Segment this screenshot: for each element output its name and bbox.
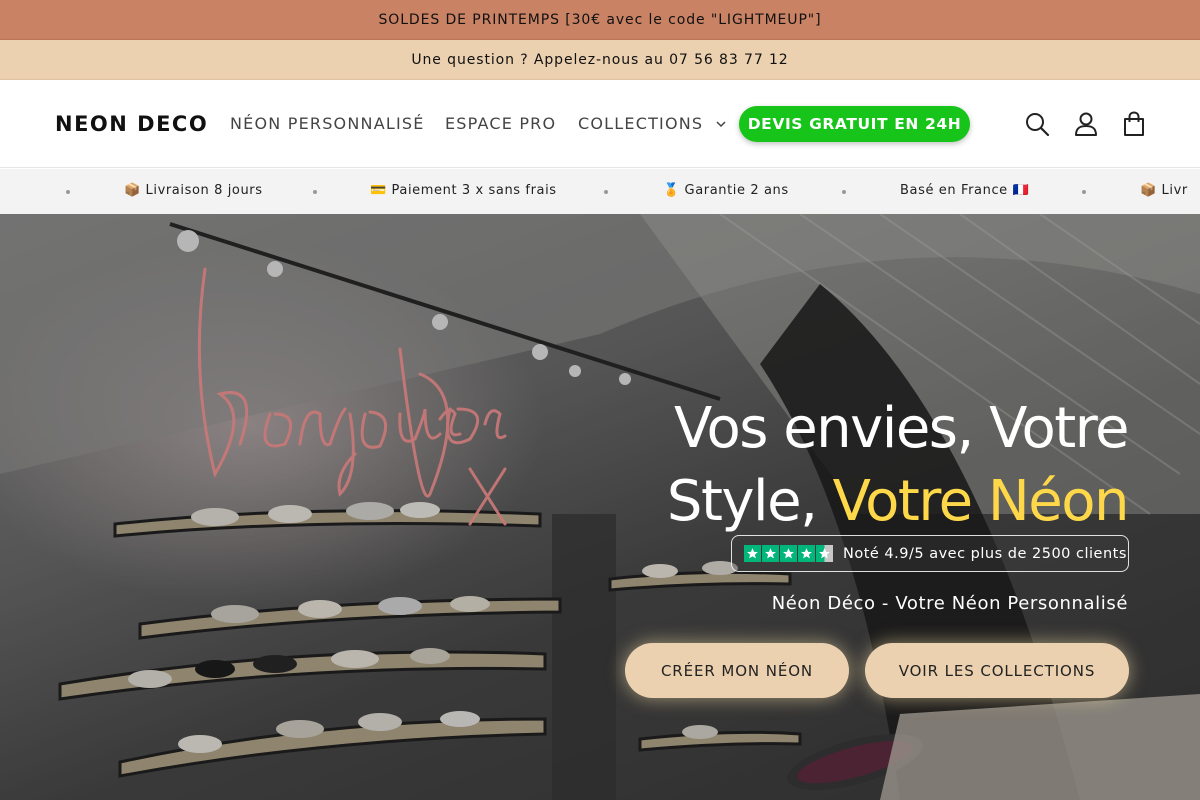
separator-dot xyxy=(313,190,317,194)
site-logo[interactable]: NEON DECO xyxy=(55,112,208,136)
hero-banner: Vos envies, Votre Style, Votre Néon Noté… xyxy=(0,214,1200,800)
create-neon-button[interactable]: CRÉER MON NÉON xyxy=(625,643,849,698)
star-icon xyxy=(780,545,797,562)
search-icon[interactable] xyxy=(1023,110,1051,138)
rating-badge: Noté 4.9/5 avec plus de 2500 clients xyxy=(731,535,1129,572)
star-icon xyxy=(744,545,761,562)
star-icon xyxy=(798,545,815,562)
usp-delivery: 📦 Livraison 8 jours xyxy=(124,183,263,198)
separator-dot xyxy=(1082,190,1086,194)
hero-subtitle: Néon Déco - Votre Néon Personnalisé xyxy=(771,593,1128,614)
usp-marquee: 📦 Livraison 8 jours 💳 Paiement 3 x sans … xyxy=(0,169,1200,214)
rating-text: Noté 4.9/5 avec plus de 2500 clients xyxy=(843,545,1127,562)
promo-text: SOLDES DE PRINTEMPS [30€ avec le code "L… xyxy=(378,11,822,28)
separator-dot xyxy=(604,190,608,194)
hero-title-prefix: Style, xyxy=(666,469,833,534)
separator-dot xyxy=(66,190,70,194)
free-quote-button[interactable]: DEVIS GRATUIT EN 24H xyxy=(739,106,970,142)
account-icon[interactable] xyxy=(1072,110,1100,138)
trustpilot-stars xyxy=(744,545,833,562)
chevron-down-icon xyxy=(716,120,726,127)
separator-dot xyxy=(842,190,846,194)
half-star-icon xyxy=(816,545,833,562)
star-icon xyxy=(762,545,779,562)
view-collections-button[interactable]: VOIR LES COLLECTIONS xyxy=(865,643,1129,698)
hero-title-highlight: Votre Néon xyxy=(832,469,1130,534)
usp-warranty: 🏅 Garantie 2 ans xyxy=(663,183,789,198)
promo-bar: SOLDES DE PRINTEMPS [30€ avec le code "L… xyxy=(0,0,1200,40)
hero-title-line1: Vos envies, Votre xyxy=(674,396,1130,461)
usp-made-in-france: Basé en France 🇫🇷 xyxy=(900,183,1030,198)
nav-espace-pro[interactable]: ESPACE PRO xyxy=(445,114,556,133)
site-header: NEON DECO NÉON PERSONNALISÉ ESPACE PRO C… xyxy=(0,80,1200,168)
nav-collections-label: COLLECTIONS xyxy=(578,114,704,133)
hero-title: Vos envies, Votre Style, Votre Néon xyxy=(666,392,1130,538)
nav-neon-personnalise[interactable]: NÉON PERSONNALISÉ xyxy=(230,114,425,133)
usp-payment: 💳 Paiement 3 x sans frais xyxy=(370,183,557,198)
hero-title-line2: Style, Votre Néon xyxy=(666,465,1130,538)
nav-collections[interactable]: COLLECTIONS xyxy=(578,114,727,133)
contact-bar: Une question ? Appelez-nous au 07 56 83 … xyxy=(0,40,1200,80)
cart-icon[interactable] xyxy=(1120,110,1148,138)
contact-text: Une question ? Appelez-nous au 07 56 83 … xyxy=(411,51,789,68)
usp-delivery-repeat: 📦 Livr xyxy=(1140,183,1188,198)
